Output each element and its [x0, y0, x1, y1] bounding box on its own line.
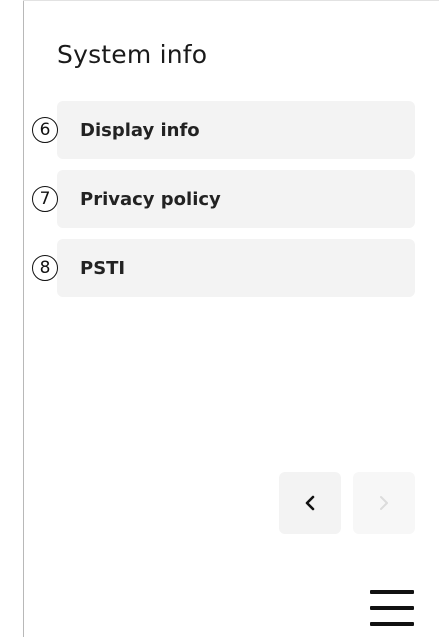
next-page-button[interactable] — [353, 472, 415, 534]
list-item-privacy-policy[interactable]: Privacy policy — [57, 170, 415, 228]
hamburger-menu-icon — [370, 606, 414, 610]
item-number-badge: 7 — [32, 186, 58, 212]
list-item-label: PSTI — [80, 257, 126, 279]
hamburger-menu-button[interactable] — [370, 590, 414, 626]
frame-top-border — [23, 0, 439, 1]
frame-left-border — [23, 0, 24, 637]
hamburger-menu-icon — [370, 622, 414, 626]
hamburger-menu-icon — [370, 590, 414, 594]
item-number-badge: 8 — [32, 255, 58, 281]
system-info-screen: System info Display info 6 Privacy polic… — [0, 0, 439, 637]
list-item-label: Privacy policy — [80, 188, 221, 210]
item-number-badge: 6 — [32, 117, 58, 143]
list-item-psti[interactable]: PSTI — [57, 239, 415, 297]
page-title: System info — [57, 40, 208, 69]
list-item-label: Display info — [80, 119, 200, 141]
chevron-right-icon — [380, 496, 388, 510]
previous-page-button[interactable] — [279, 472, 341, 534]
chevron-left-icon — [305, 495, 315, 511]
list-item-display-info[interactable]: Display info — [57, 101, 415, 159]
